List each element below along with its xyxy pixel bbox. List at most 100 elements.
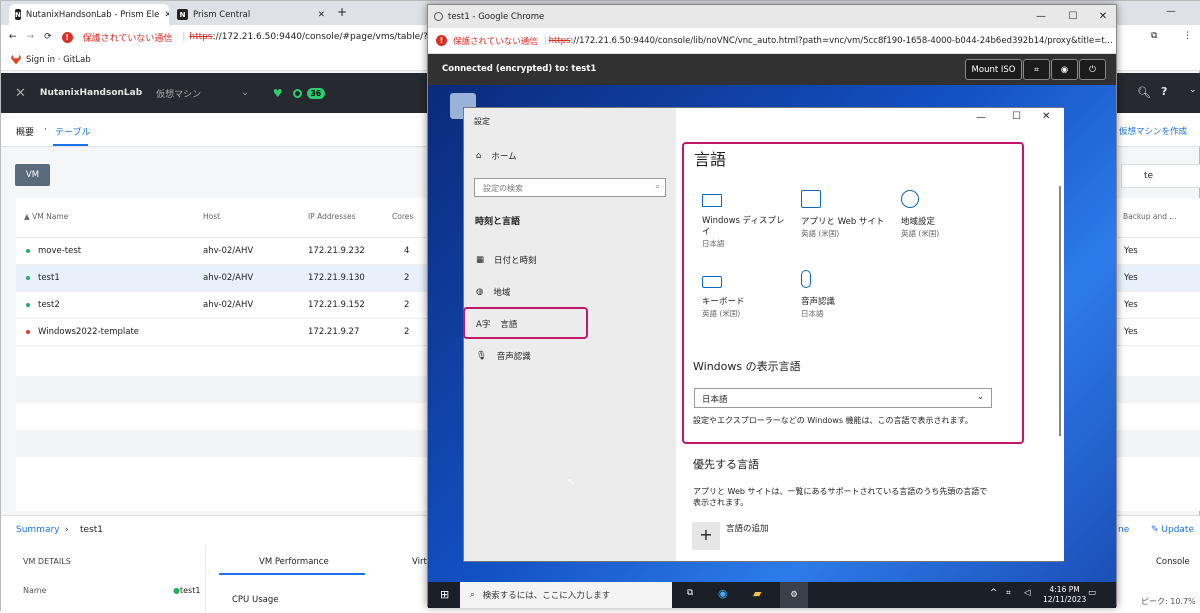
- chevron-down-icon[interactable]: ⌄: [241, 88, 249, 98]
- globe-icon: ◍: [476, 287, 484, 297]
- vnc-status: Connected (encrypted) to: test1: [442, 64, 597, 74]
- settings-home[interactable]: ⌂ ホーム: [476, 150, 517, 162]
- status-circle-icon[interactable]: [292, 88, 302, 98]
- sidebar-item-region[interactable]: ◍ 地域: [476, 286, 510, 298]
- close-tab-icon[interactable]: ✕: [318, 10, 325, 20]
- mount-iso-button[interactable]: Mount ISO: [965, 59, 1022, 80]
- network-icon[interactable]: ⌗: [1023, 59, 1050, 80]
- filter-input[interactable]: te: [1121, 164, 1200, 188]
- edge-icon[interactable]: ◉: [718, 587, 728, 600]
- home-icon: ⌂: [476, 151, 482, 161]
- sidebar-item-speech[interactable]: 🎙︎ 音声認識: [476, 350, 531, 362]
- peak-label: ピーク: 10.7%: [1141, 597, 1196, 606]
- nutanix-x-icon: ✕: [15, 85, 26, 101]
- nutanix-icon: N: [177, 9, 188, 20]
- back-icon[interactable]: ←: [9, 32, 17, 42]
- settings-gear-icon[interactable]: ⚙: [780, 582, 808, 608]
- power-on-dot: [26, 275, 30, 280]
- taskbar-search-input[interactable]: ⌕ 検索するには、ここに入力します: [460, 582, 672, 608]
- add-language-plus-icon[interactable]: +: [692, 522, 720, 550]
- power-on-dot: [26, 248, 30, 253]
- search-icon: ⌕: [470, 590, 475, 600]
- tab-prism-element[interactable]: N NutanixHandsonLab - Prism Ele ✕: [9, 4, 169, 25]
- bookmark-gitlab[interactable]: Sign in · GitLab: [26, 55, 91, 65]
- help-icon[interactable]: ?: [1161, 85, 1167, 98]
- search-icon[interactable]: 🔍︎: [1137, 86, 1151, 99]
- search-icon: ⌕: [655, 182, 660, 191]
- close-icon[interactable]: ✕: [1088, 5, 1118, 28]
- preferred-language-note: アプリと Web サイトは、一覧にあるサポートされている言語のうち先頭の言語で表…: [693, 487, 988, 507]
- warning-icon: !: [436, 35, 447, 46]
- cpu-usage-label: CPU Usage: [232, 595, 279, 605]
- highlight-box-language-content: [682, 142, 1024, 444]
- alert-count-badge[interactable]: 36: [306, 87, 326, 99]
- highlight-box-language-nav: [463, 307, 588, 339]
- nav-overview[interactable]: 概要: [16, 125, 34, 138]
- file-explorer-icon[interactable]: ▰: [753, 587, 761, 600]
- section-dropdown[interactable]: 仮想マシン: [156, 87, 201, 100]
- insecure-label: 保護されていない通信: [82, 33, 173, 44]
- notification-icon[interactable]: ▭: [1088, 588, 1096, 598]
- tray-chevron-icon[interactable]: ^: [990, 588, 997, 598]
- nutanix-icon: N: [15, 9, 21, 20]
- forward-icon[interactable]: →: [27, 32, 35, 42]
- create-vm-link[interactable]: 仮想マシンを作成: [1119, 125, 1187, 137]
- scrollbar[interactable]: [1059, 186, 1061, 436]
- url-text: ://172.21.6.50:9440/console/#page/vms/ta…: [212, 32, 456, 42]
- vm-details-heading: VM DETAILS: [23, 557, 71, 566]
- tab-console[interactable]: Console: [1156, 557, 1190, 567]
- settings-category: 時刻と言語: [475, 217, 521, 227]
- col-vm-name[interactable]: VM Name: [32, 212, 68, 221]
- settings-search-input[interactable]: 設定の検索 ⌕: [474, 178, 666, 197]
- active-tab-underline: [53, 144, 88, 146]
- mouse-cursor-icon: ↖: [567, 477, 576, 488]
- power-on-dot: [26, 302, 30, 307]
- windows-taskbar: ⊞ ⌕ 検索するには、ここに入力します ⧉ ◉ ▰ ⚙ ^ ⌗ ◁ 4:16 P…: [428, 582, 1116, 608]
- sidebar-item-date-time[interactable]: ▦ 日付と時刻: [476, 254, 537, 266]
- cluster-name[interactable]: NutanixHandsonLab: [40, 88, 142, 98]
- update-link[interactable]: ✎ Update: [1151, 525, 1194, 535]
- camera-icon[interactable]: ◉: [1051, 59, 1078, 80]
- chrome-icon: [434, 12, 443, 21]
- add-language-button[interactable]: 言語の追加: [726, 522, 769, 534]
- health-heart-icon[interactable]: ♥: [273, 87, 283, 100]
- col-host[interactable]: Host: [203, 212, 220, 221]
- breadcrumb-summary[interactable]: Summary: [16, 525, 60, 535]
- warning-icon: !: [61, 31, 73, 43]
- col-cores[interactable]: Cores: [392, 212, 413, 221]
- close-icon[interactable]: ✕: [1042, 111, 1050, 122]
- windows-desktop: 設定 ⌂ ホーム 設定の検索 ⌕ 時刻と言語 ▦ 日付と時刻 ◍ 地域 A字 言…: [428, 85, 1116, 608]
- extensions-icon[interactable]: ⧉: [1151, 31, 1157, 41]
- network-tray-icon[interactable]: ⌗: [1006, 588, 1011, 598]
- vnc-address-bar[interactable]: ! 保護されていない通信 | https://172.21.6.50:9440/…: [428, 28, 1116, 54]
- vnc-url-text: ://172.21.6.50:9440/console/lib/noVNC/vn…: [570, 35, 1113, 46]
- maximize-icon[interactable]: ☐: [1012, 111, 1021, 122]
- vnc-browser-window: test1 - Google Chrome — ☐ ✕ ! 保護されていない通信…: [427, 4, 1118, 608]
- minimize-icon[interactable]: —: [976, 112, 986, 123]
- close-tab-icon[interactable]: ✕: [164, 10, 169, 20]
- user-menu-icon[interactable]: ⌄: [1189, 85, 1197, 95]
- vm-button[interactable]: VM: [15, 164, 50, 186]
- reload-icon[interactable]: ⟳: [44, 32, 52, 42]
- minimize-icon[interactable]: —: [1166, 6, 1176, 17]
- new-tab-button[interactable]: +: [337, 5, 347, 19]
- task-view-icon[interactable]: ⧉: [687, 588, 693, 598]
- settings-content: — ☐ ✕ 言語 Windows ディスプレイ 日本語 アプリと Web サイト…: [676, 108, 1064, 561]
- tab-prism-central[interactable]: N Prism Central ✕: [171, 4, 331, 25]
- windows-start-icon[interactable]: ⊞: [440, 588, 449, 601]
- power-off-dot: [26, 329, 30, 334]
- nav-table[interactable]: テーブル: [55, 125, 90, 138]
- col-ip[interactable]: IP Addresses: [308, 212, 356, 221]
- power-icon[interactable]: ⏻: [1079, 59, 1106, 80]
- volume-icon[interactable]: ◁: [1024, 588, 1031, 598]
- breadcrumb-vm: test1: [80, 525, 104, 535]
- tab-vm-performance[interactable]: VM Performance: [259, 557, 329, 567]
- taskbar-clock[interactable]: 4:16 PM 12/11/2023: [1043, 585, 1086, 605]
- minimize-icon[interactable]: —: [1026, 5, 1056, 28]
- menu-icon[interactable]: ⋮: [1183, 31, 1192, 41]
- gitlab-icon: [11, 54, 21, 65]
- settings-window: 設定 ⌂ ホーム 設定の検索 ⌕ 時刻と言語 ▦ 日付と時刻 ◍ 地域 A字 言…: [463, 107, 1064, 562]
- maximize-icon[interactable]: ☐: [1058, 5, 1088, 28]
- novnc-toolbar: Connected (encrypted) to: test1 Mount IS…: [428, 54, 1116, 85]
- col-backup[interactable]: Backup and ...: [1123, 212, 1177, 221]
